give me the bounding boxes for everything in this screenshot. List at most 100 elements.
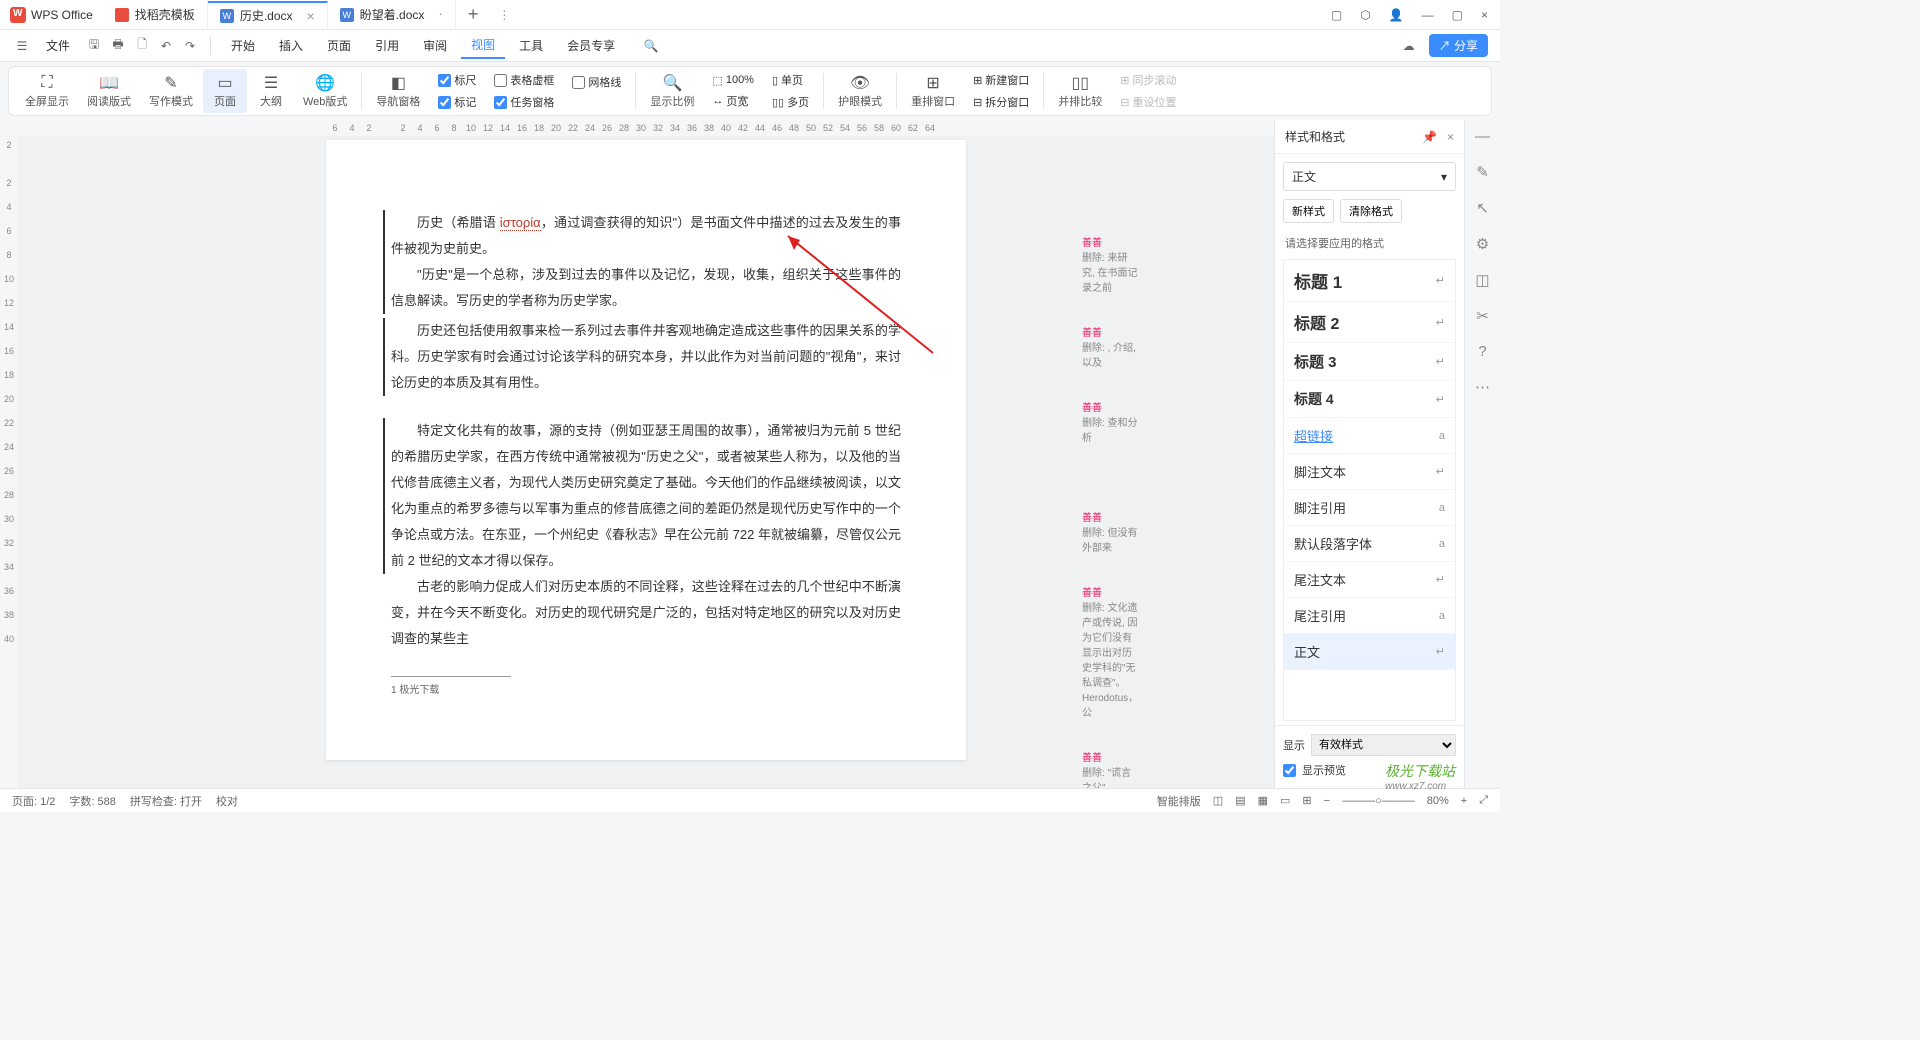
marker-checkbox[interactable]: 标记 — [434, 92, 480, 112]
help-icon[interactable]: ? — [1478, 343, 1486, 360]
splitwin-button[interactable]: ⊟ 拆分窗口 — [969, 92, 1033, 112]
fullscreen-button[interactable]: ⛶全屏显示 — [17, 69, 77, 113]
close-icon[interactable]: ⋅ — [438, 6, 442, 23]
arrangewin-button[interactable]: ⊞重排窗口 — [903, 69, 963, 113]
tab-label: 历史.docx — [240, 7, 293, 24]
minimize-icon[interactable]: — — [1422, 8, 1434, 22]
pin-icon[interactable]: 📌 — [1422, 130, 1437, 144]
style-item[interactable]: 超链接a — [1284, 418, 1455, 454]
tab-template[interactable]: 找稻壳模板 — [103, 1, 208, 29]
style-item[interactable]: 尾注文本↵ — [1284, 562, 1455, 598]
zoom-value[interactable]: 80% — [1427, 795, 1449, 807]
menu-tools[interactable]: 工具 — [509, 33, 553, 58]
zoom-out-icon[interactable]: − — [1324, 795, 1330, 807]
writemode-button[interactable]: ✎写作模式 — [141, 69, 201, 113]
close-panel-icon[interactable]: × — [1447, 130, 1454, 144]
view-mode-3-icon[interactable]: ▦ — [1258, 794, 1268, 807]
separator — [210, 37, 211, 55]
eyemode-button[interactable]: 👁护眼模式 — [830, 69, 890, 113]
cube-icon[interactable]: ⬡ — [1360, 8, 1370, 22]
zoom-in-icon[interactable]: + — [1461, 795, 1467, 807]
style-item[interactable]: 脚注引用a — [1284, 490, 1455, 526]
tableborder-checkbox[interactable]: 表格虚框 — [490, 70, 558, 90]
style-item[interactable]: 标题 2↵ — [1284, 302, 1455, 343]
style-item[interactable]: 正文↵ — [1284, 634, 1455, 670]
readmode-button[interactable]: 📖阅读版式 — [79, 69, 139, 113]
style-item[interactable]: 标题 3↵ — [1284, 343, 1455, 381]
search-icon[interactable]: 🔍 — [641, 36, 661, 56]
view-mode-5-icon[interactable]: ⊞ — [1302, 794, 1311, 807]
menu-view[interactable]: 视图 — [461, 32, 505, 59]
page-indicator[interactable]: 页面: 1/2 — [12, 793, 55, 809]
style-item[interactable]: 默认段落字体a — [1284, 526, 1455, 562]
navpane-button[interactable]: ◧导航窗格 — [368, 69, 428, 113]
show-select[interactable]: 有效样式 — [1311, 734, 1456, 756]
compare-button[interactable]: ▯▯并排比较 — [1050, 69, 1110, 113]
collapse-icon[interactable]: — — [1475, 128, 1490, 145]
newwin-button[interactable]: ⊞ 新建窗口 — [969, 70, 1033, 90]
print-icon[interactable]: 🖶 — [108, 36, 128, 56]
paragraph[interactable]: "历史"是一个总称，涉及到过去的事件以及记忆，发现，收集，组织关于这些事件的信息… — [391, 262, 901, 314]
view-mode-4-icon[interactable]: ▭ — [1280, 794, 1290, 807]
tab-panwang-doc[interactable]: W 盼望着.docx ⋅ — [328, 1, 456, 29]
spellcheck-status[interactable]: 拼写检查: 打开 — [130, 793, 202, 809]
close-window-icon[interactable]: × — [1481, 8, 1488, 22]
redo-icon[interactable]: ↷ — [180, 36, 200, 56]
file-menu[interactable]: 文件 — [36, 33, 80, 58]
style-item[interactable]: 尾注引用a — [1284, 598, 1455, 634]
paragraph[interactable]: 历史（希腊语 ἱστορία，通过调查获得的知识"）是书面文件中描述的过去及发生… — [391, 210, 901, 262]
save-icon[interactable]: 🖫 — [84, 36, 104, 56]
pagewidth-button[interactable]: ↔ 页宽 — [708, 91, 758, 111]
proof-status[interactable]: 校对 — [216, 793, 238, 809]
gridlines-checkbox[interactable]: 网格线 — [568, 72, 625, 92]
view-mode-2-icon[interactable]: ▤ — [1235, 794, 1245, 807]
pagemode-button[interactable]: ▭页面 — [203, 69, 247, 113]
layers-icon[interactable]: ◫ — [1475, 271, 1489, 289]
tools-icon[interactable]: ✂ — [1476, 307, 1489, 325]
pencil-icon[interactable]: ✎ — [1476, 163, 1489, 181]
style-item[interactable]: 脚注文本↵ — [1284, 454, 1455, 490]
paragraph[interactable]: 特定文化共有的故事，源的支持（例如亚瑟王周围的故事），通常被归为元前 5 世纪的… — [391, 418, 901, 574]
hamburger-icon[interactable]: ☰ — [12, 36, 32, 56]
menu-reference[interactable]: 引用 — [365, 33, 409, 58]
restore-icon[interactable]: ▢ — [1331, 8, 1342, 22]
menu-review[interactable]: 审阅 — [413, 33, 457, 58]
taskpane-checkbox[interactable]: 任务窗格 — [490, 92, 558, 112]
add-tab-button[interactable]: + — [456, 4, 491, 25]
menu-page[interactable]: 页面 — [317, 33, 361, 58]
clear-format-button[interactable]: 清除格式 — [1340, 199, 1402, 223]
outline-button[interactable]: ☰大纲 — [249, 69, 293, 113]
zoomratio-button[interactable]: 🔍显示比例 — [642, 69, 702, 113]
undo-icon[interactable]: ↶ — [156, 36, 176, 56]
document-page[interactable]: 历史（希腊语 ἱστορία，通过调查获得的知识"）是书面文件中描述的过去及发生… — [326, 140, 966, 760]
avatar-icon[interactable]: 👤 — [1389, 8, 1404, 22]
paragraph[interactable]: 古老的影响力促成人们对历史本质的不同诠释，这些诠释在过去的几个世纪中不断演变，并… — [391, 574, 901, 652]
preview-icon[interactable]: 🗋 — [132, 36, 152, 56]
singlepage-button[interactable]: ▯ 单页 — [768, 70, 813, 90]
menu-start[interactable]: 开始 — [221, 33, 265, 58]
share-button[interactable]: ↗ 分享 — [1429, 34, 1488, 57]
menu-vip[interactable]: 会员专享 — [557, 33, 625, 58]
multipage-button[interactable]: ▯▯ 多页 — [768, 92, 813, 112]
tab-menu-icon[interactable]: ⋮ — [498, 8, 510, 22]
current-style-select[interactable]: 正文▾ — [1283, 162, 1456, 191]
menu-insert[interactable]: 插入 — [269, 33, 313, 58]
paragraph[interactable]: 历史还包括使用叙事来检一系列过去事件并客观地确定造成这些事件的因果关系的学科。历… — [391, 318, 901, 396]
expand-icon[interactable]: ⤢ — [1479, 794, 1488, 807]
settings-icon[interactable]: ⚙ — [1476, 235, 1489, 253]
word-count[interactable]: 字数: 588 — [69, 793, 115, 809]
webmode-button[interactable]: 🌐Web版式 — [295, 69, 355, 113]
new-style-button[interactable]: 新样式 — [1283, 199, 1334, 223]
ruler-checkbox[interactable]: 标尺 — [434, 70, 480, 90]
maximize-icon[interactable]: ▢ — [1452, 8, 1463, 22]
pct100-button[interactable]: ⬚ 100% — [708, 72, 758, 89]
more-icon[interactable]: ⋯ — [1475, 378, 1490, 396]
smart-layout[interactable]: 智能排版 — [1157, 793, 1201, 809]
tab-history-doc[interactable]: W 历史.docx × — [208, 1, 328, 29]
style-item[interactable]: 标题 4↵ — [1284, 381, 1455, 418]
style-item[interactable]: 标题 1↵ — [1284, 260, 1455, 302]
cloud-icon[interactable]: ☁ — [1399, 36, 1419, 56]
view-mode-1-icon[interactable]: ◫ — [1213, 794, 1223, 807]
cursor-icon[interactable]: ↖ — [1476, 199, 1489, 217]
close-icon[interactable]: × — [307, 8, 315, 24]
